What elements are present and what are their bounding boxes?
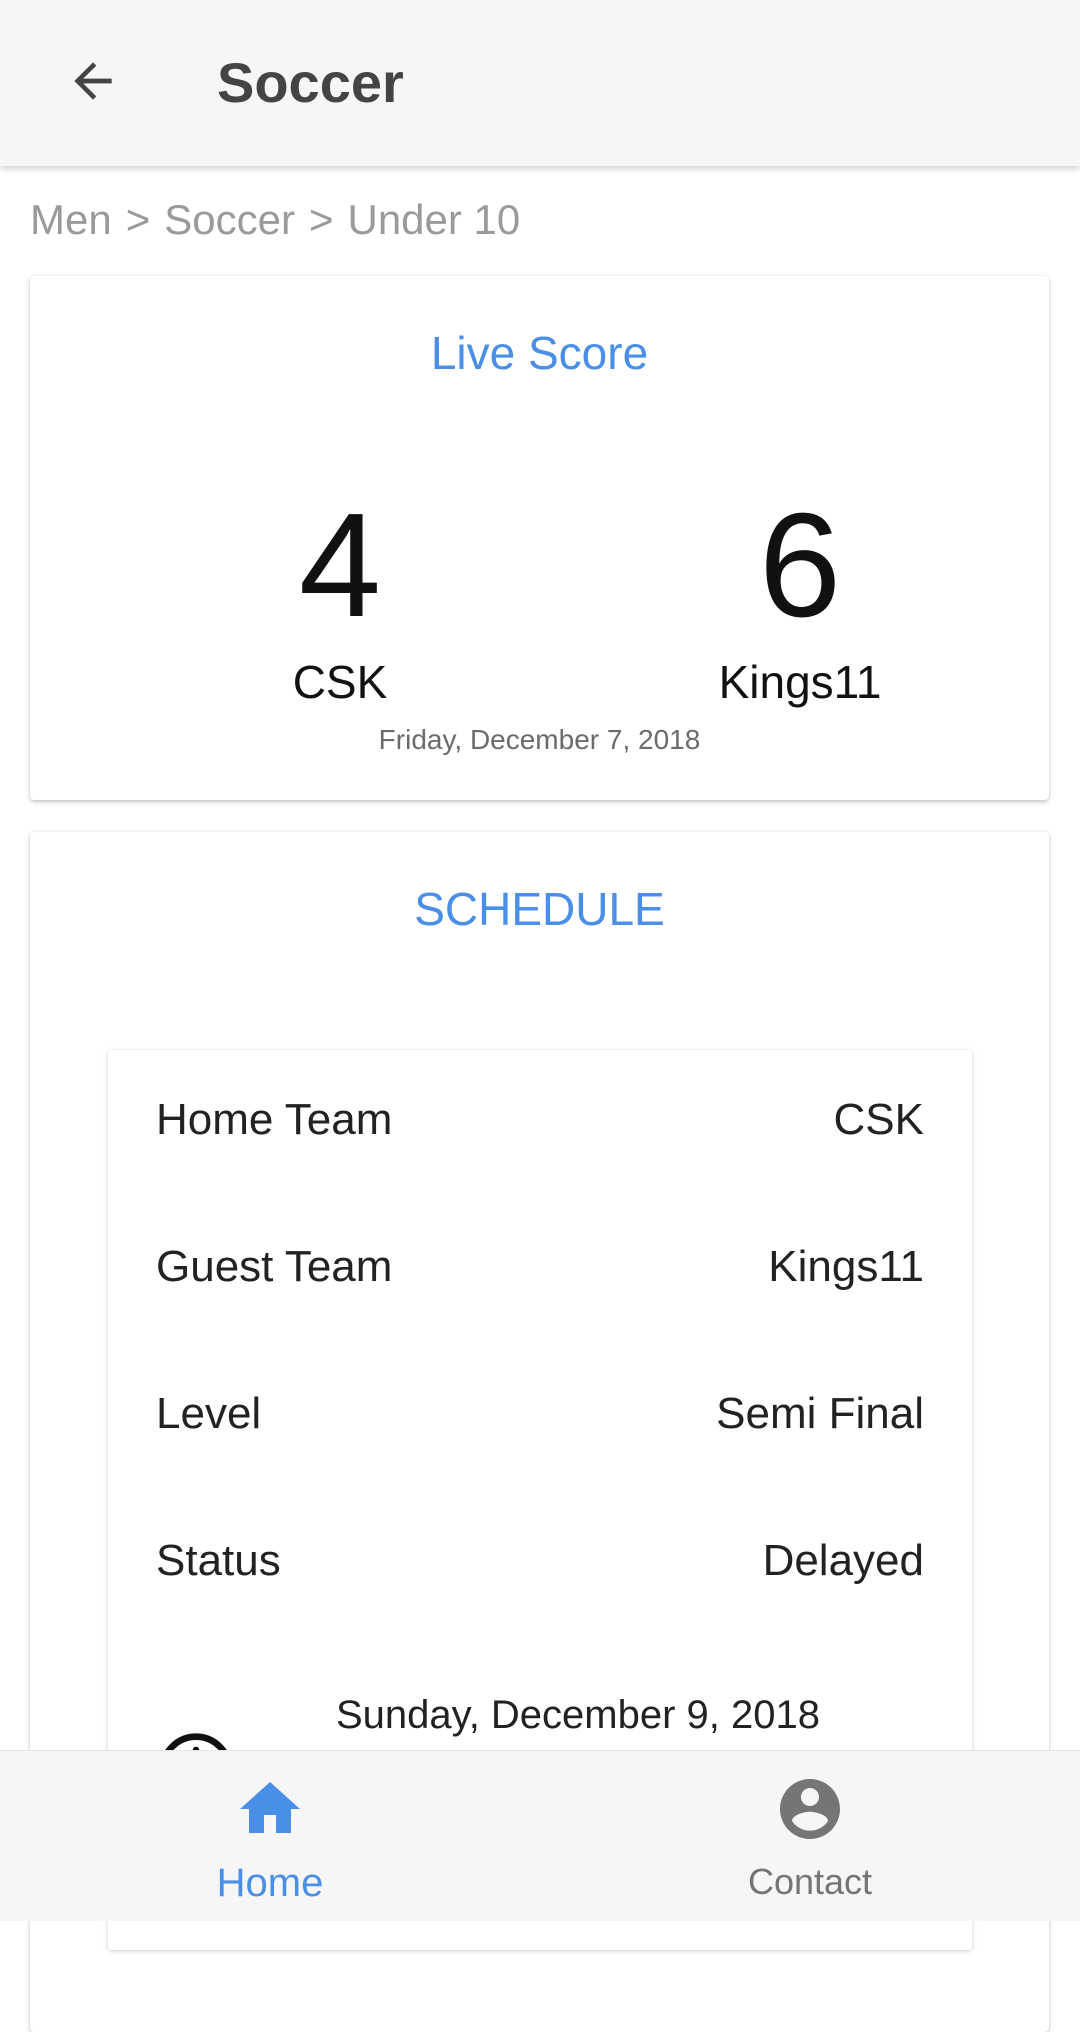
back-button[interactable]	[60, 50, 126, 116]
schedule-row-status: Status Delayed	[156, 1531, 924, 1591]
schedule-row-guest-team: Guest Team Kings11	[156, 1237, 924, 1297]
app-bar: Soccer	[0, 0, 1080, 166]
home-team-name: CSK	[292, 656, 388, 708]
schedule-date: Sunday, December 9, 2018	[336, 1693, 821, 1737]
account-circle-icon	[774, 1773, 846, 1850]
guest-team-name: Kings11	[718, 656, 882, 708]
nav-home[interactable]: Home	[120, 1751, 420, 1921]
live-score-title: Live Score	[430, 327, 649, 379]
breadcrumb-item-under-10: Under 10	[347, 196, 521, 243]
page-title: Soccer	[217, 51, 404, 114]
breadcrumb-item-men[interactable]: Men	[30, 196, 112, 243]
arrow-back-icon	[65, 53, 121, 114]
row-label: Level	[156, 1389, 262, 1438]
breadcrumb-item-soccer[interactable]: Soccer	[164, 196, 295, 243]
row-value: Delayed	[762, 1536, 924, 1585]
row-label: Status	[156, 1536, 281, 1585]
schedule-title: SCHEDULE	[414, 883, 665, 935]
home-score-block: 4 CSK	[150, 491, 530, 709]
guest-score-block: 6 Kings11	[610, 491, 990, 709]
row-label: Home Team	[156, 1095, 393, 1144]
nav-home-label: Home	[216, 1861, 324, 1905]
row-value: Semi Final	[716, 1389, 924, 1438]
live-score-card: Live Score 4 CSK 6 Kings11 Friday, Decem…	[30, 276, 1049, 800]
home-icon	[234, 1773, 306, 1850]
row-value: Kings11	[768, 1242, 924, 1291]
nav-contact-label: Contact	[747, 1861, 873, 1902]
home-score: 4	[298, 483, 382, 648]
nav-contact[interactable]: Contact	[660, 1751, 960, 1921]
schedule-row-home-team: Home Team CSK	[156, 1090, 924, 1150]
breadcrumb-separator: >	[308, 196, 334, 243]
bottom-navigation: Home Contact	[0, 1750, 1080, 1921]
guest-score: 6	[758, 483, 842, 648]
breadcrumb: Men > Soccer > Under 10	[30, 196, 520, 244]
row-label: Guest Team	[156, 1242, 393, 1291]
match-date: Friday, December 7, 2018	[378, 724, 701, 755]
row-value: CSK	[833, 1095, 924, 1144]
schedule-row-level: Level Semi Final	[156, 1384, 924, 1444]
breadcrumb-separator: >	[125, 196, 151, 243]
